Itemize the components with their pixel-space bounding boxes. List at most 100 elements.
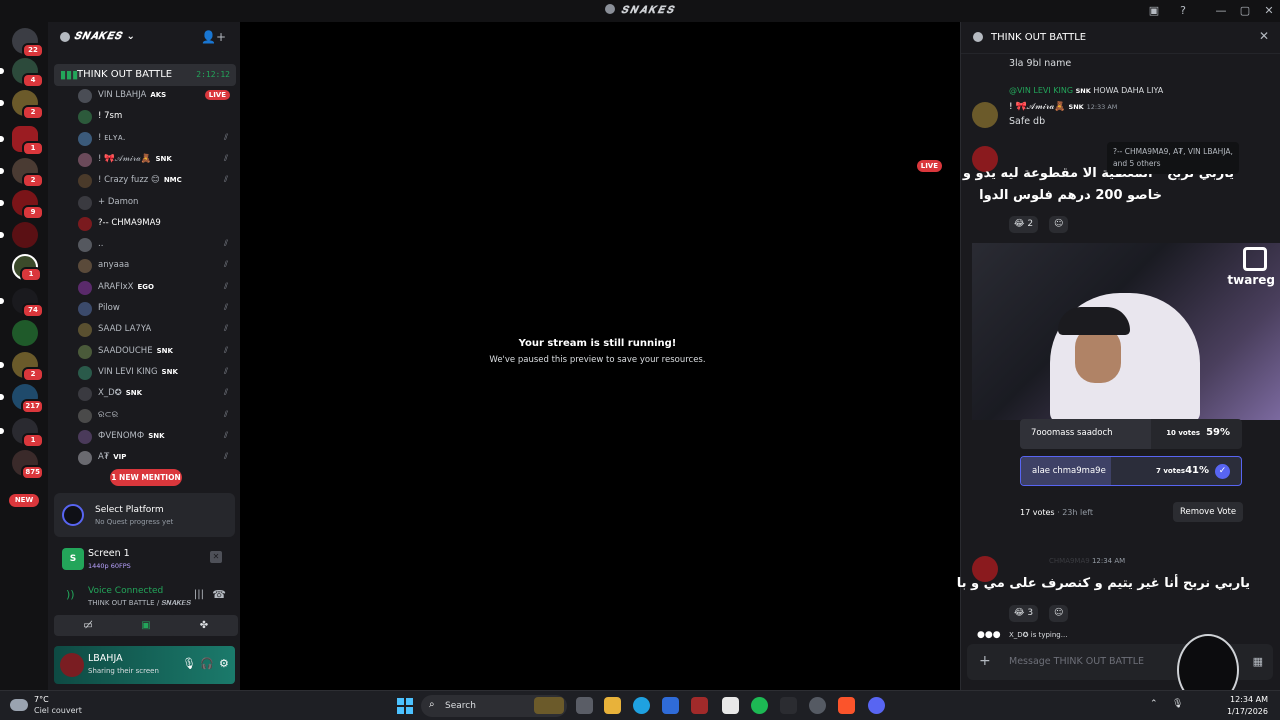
- new-mention-pill[interactable]: 1 NEW MENTION: [110, 469, 182, 486]
- close-window-button[interactable]: ✕: [1260, 3, 1278, 19]
- spotify-icon[interactable]: [751, 697, 768, 714]
- server-header[interactable]: 𝑺𝑵𝑨𝑲𝑬𝑺 ⌄ 👤+: [48, 22, 240, 52]
- unread-pip: [0, 362, 4, 368]
- avatar: [78, 323, 92, 338]
- message-timestamp: 12:34 AM: [1091, 557, 1126, 565]
- reaction-laugh[interactable]: 😂 2: [1009, 216, 1039, 233]
- check-icon: ✓: [1215, 464, 1230, 479]
- voice-member[interactable]: + Damon: [78, 193, 234, 213]
- disconnect-icon[interactable]: ☎: [212, 588, 226, 601]
- voice-member[interactable]: VIN LBAHJA AKS LIVE: [78, 86, 234, 106]
- store-icon[interactable]: [662, 697, 679, 714]
- server-icon[interactable]: 2: [0, 352, 44, 382]
- server-name-text: 𝑺𝑵𝑨𝑲𝑬𝑺: [74, 31, 123, 42]
- task-view-icon[interactable]: [576, 697, 593, 714]
- app-icon[interactable]: [809, 697, 826, 714]
- headphones-icon[interactable]: 🎧: [200, 657, 214, 670]
- quest-card[interactable]: Select Platform No Quest progress yet: [54, 493, 235, 537]
- apps-icon[interactable]: ▦: [1253, 655, 1263, 668]
- file-explorer-icon[interactable]: [604, 697, 621, 714]
- avatar: [78, 365, 92, 380]
- server-icon[interactable]: 875: [12, 450, 44, 480]
- server-icon[interactable]: 2: [0, 90, 44, 120]
- voice-member[interactable]: A₮ VIP ⫽: [78, 448, 234, 468]
- reply-preview[interactable]: @VIN LEVI KING SNK HOWA DAHA LIYA: [1009, 86, 1163, 95]
- add-reaction-icon[interactable]: ☺: [1049, 605, 1069, 622]
- server-icon[interactable]: 9: [0, 190, 44, 220]
- server-icon[interactable]: 2: [0, 158, 44, 188]
- reaction-laugh[interactable]: 😂 3: [1009, 605, 1039, 622]
- clock[interactable]: 12:34 AM 1/17/2026: [1227, 694, 1268, 718]
- stream-picture-in-picture[interactable]: twareg: [972, 243, 1280, 420]
- avatar[interactable]: [972, 102, 998, 128]
- member-clan-tag: AKS: [150, 91, 167, 99]
- server-icon-active[interactable]: 1: [12, 254, 42, 282]
- discord-icon[interactable]: [868, 697, 885, 714]
- member-name: X_D✪ SNK: [98, 388, 142, 398]
- message-author[interactable]: CHMA9MA9: [1049, 557, 1090, 565]
- app-icon[interactable]: [691, 697, 708, 714]
- voice-member[interactable]: ! 7sm: [78, 107, 234, 127]
- voice-member[interactable]: SAAD LA7YA ⫽: [78, 320, 234, 340]
- voice-channel-item[interactable]: ▮▮▮ THINK OUT BATTLE 2:12:12: [54, 64, 236, 86]
- close-icon[interactable]: ✕: [1259, 29, 1269, 43]
- inbox-icon[interactable]: ▣: [1145, 3, 1163, 19]
- member-name-text: ARAFIxX: [98, 281, 134, 292]
- add-reaction-icon[interactable]: ☺: [1049, 216, 1069, 233]
- new-unreads-pill[interactable]: NEW: [9, 494, 39, 507]
- avatar[interactable]: [60, 653, 84, 677]
- windows-start-icon[interactable]: [397, 698, 413, 714]
- user-status: Sharing their screen: [88, 667, 159, 675]
- voice-member[interactable]: Pilow ⫽: [78, 299, 234, 319]
- message-author[interactable]: ! 🎀𝒜𝓂𝒾𝓇𝒶🧸: [1009, 102, 1066, 112]
- voice-channel-path[interactable]: THINK OUT BATTLE / 𝑺𝑵𝑨𝑲𝑬𝑺: [88, 599, 191, 608]
- search-highlight-icon[interactable]: [534, 697, 564, 714]
- media-app-icon[interactable]: [780, 697, 797, 714]
- poll-option-votes: 7 votes: [1156, 467, 1185, 475]
- microphone-tray-icon[interactable]: 🎙: [1172, 699, 1183, 709]
- server-icon[interactable]: 1: [0, 126, 44, 156]
- voice-member[interactable]: SAADOUCHE SNK ⫽: [78, 342, 234, 362]
- connection-signal-icon[interactable]: )): [66, 588, 75, 601]
- noise-suppression-icon[interactable]: |||: [194, 589, 204, 600]
- server-icon[interactable]: [0, 222, 38, 248]
- voice-member[interactable]: ФVENOMФ SNK ⫽: [78, 427, 234, 447]
- clock-date: 1/17/2026: [1226, 707, 1268, 716]
- activities-button[interactable]: ✤: [170, 615, 238, 636]
- poll-option-selected[interactable]: alae chma9ma9e 7 votes 41% ✓: [1020, 456, 1242, 486]
- maximize-button[interactable]: ▢: [1236, 3, 1254, 19]
- stream-view[interactable]: LIVE Your stream is still running! We've…: [241, 22, 954, 690]
- brave-browser-icon[interactable]: [838, 697, 855, 714]
- poll-option[interactable]: 7ooomass saadoch 10 votes 59%: [1020, 419, 1242, 449]
- server-icon[interactable]: 74: [0, 288, 44, 318]
- voice-member[interactable]: X_D✪ SNK ⫽: [78, 384, 234, 404]
- microphone-icon[interactable]: 🎙: [182, 657, 196, 670]
- server-icon[interactable]: [12, 320, 38, 346]
- server-icon[interactable]: 1: [0, 418, 44, 448]
- help-icon[interactable]: ?: [1174, 3, 1192, 19]
- document-icon[interactable]: [722, 697, 739, 714]
- minimize-button[interactable]: —: [1212, 3, 1230, 19]
- settings-gear-icon[interactable]: ⚙: [219, 657, 229, 670]
- stop-share-button[interactable]: ✕: [210, 551, 222, 563]
- server-icon[interactable]: 217: [0, 384, 44, 414]
- voice-member[interactable]: ARAFIxX EGO ⫽: [78, 278, 234, 298]
- chevron-up-icon[interactable]: ⌃: [1150, 699, 1158, 709]
- voice-member[interactable]: ! 🎀𝒜𝓂𝒾𝓇𝒶🧸 SNK ⫽: [78, 150, 234, 170]
- direct-messages-button[interactable]: 22: [12, 28, 44, 58]
- voice-member[interactable]: .. ⫽: [78, 235, 234, 255]
- voice-member[interactable]: ?-- CHMA9MA9: [78, 214, 234, 234]
- server-icon[interactable]: 4: [0, 58, 44, 88]
- voice-member[interactable]: ର⊂ର ⫽: [78, 406, 234, 426]
- voice-member[interactable]: ! Crazy fuzz 😊 NMC ⫽: [78, 171, 234, 191]
- muted-icon: ⫽: [223, 324, 228, 335]
- avatar: [78, 408, 92, 423]
- edge-browser-icon[interactable]: [633, 697, 650, 714]
- voice-member[interactable]: ! ᴇʟʏᴀ. ⫽: [78, 129, 234, 149]
- voice-member[interactable]: anyaaa ⫽: [78, 256, 234, 276]
- remove-vote-button[interactable]: Remove Vote: [1173, 502, 1243, 522]
- voice-member[interactable]: VIN LEVI KING SNK ⫽: [78, 363, 234, 383]
- add-attachment-icon[interactable]: +: [979, 653, 991, 669]
- app-logo-icon: [604, 4, 615, 14]
- invite-people-icon[interactable]: 👤+: [201, 30, 226, 44]
